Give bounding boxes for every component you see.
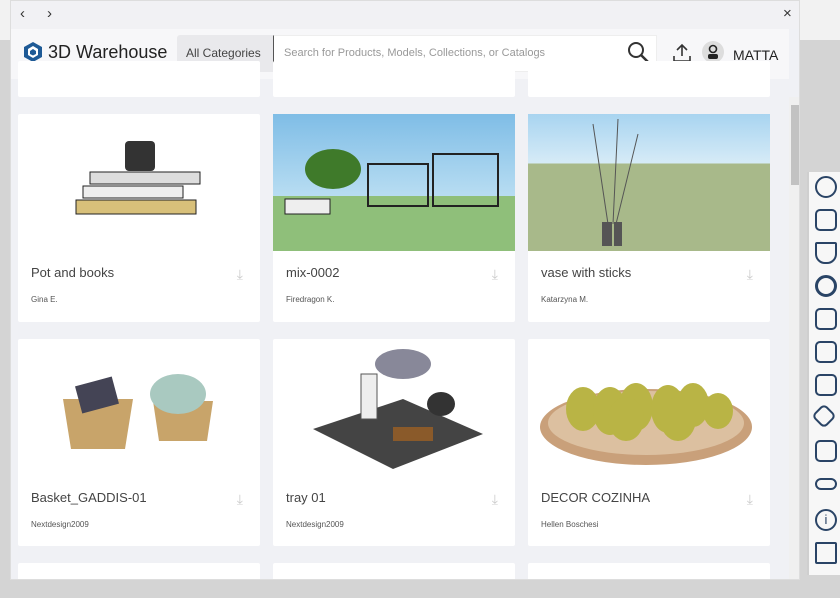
logo[interactable]: 3D Warehouse bbox=[23, 41, 167, 63]
model-title[interactable]: Pot and books bbox=[31, 265, 114, 280]
materials-icon[interactable] bbox=[815, 341, 837, 363]
model-title[interactable]: tray 01 bbox=[286, 490, 326, 505]
back-button[interactable]: ‹ bbox=[20, 5, 25, 22]
close-button[interactable]: × bbox=[783, 5, 792, 22]
model-author[interactable]: Firedragon K. bbox=[286, 295, 334, 304]
title-bar: ‹ › × bbox=[11, 1, 799, 29]
right-toolbar: i bbox=[807, 172, 840, 575]
scrollbar-thumb[interactable] bbox=[791, 105, 799, 185]
download-icon[interactable]: ⤓ bbox=[492, 491, 498, 508]
model-card[interactable]: tray 01 ⤓ Nextdesign2009 bbox=[273, 339, 515, 546]
download-icon[interactable]: ⤓ bbox=[237, 491, 243, 508]
card-partial[interactable] bbox=[18, 61, 260, 97]
model-author[interactable]: Gina E. bbox=[31, 295, 58, 304]
model-card[interactable] bbox=[273, 563, 515, 579]
entity-info-icon[interactable]: i bbox=[815, 509, 837, 531]
warehouse-logo-icon bbox=[24, 42, 42, 62]
model-title[interactable]: mix-0002 bbox=[286, 265, 339, 280]
model-author[interactable]: Hellen Boschesi bbox=[541, 520, 598, 529]
model-title[interactable]: Basket_GADDIS-01 bbox=[31, 490, 147, 505]
category-label: All Categories bbox=[186, 46, 261, 60]
card-partial[interactable] bbox=[273, 61, 515, 97]
model-thumbnail bbox=[18, 114, 260, 251]
download-icon[interactable]: ⤓ bbox=[237, 266, 243, 283]
warehouse-window: ‹ › × 3D Warehouse All Categories ⌄ Sear… bbox=[10, 0, 800, 580]
styles-icon[interactable] bbox=[815, 374, 837, 396]
extension-warehouse-icon[interactable] bbox=[815, 542, 837, 564]
model-author[interactable]: Nextdesign2009 bbox=[286, 520, 344, 529]
model-card[interactable]: Pot and books ⤓ Gina E. bbox=[18, 114, 260, 322]
instructor-icon[interactable] bbox=[815, 242, 837, 264]
card-partial[interactable] bbox=[528, 61, 770, 97]
model-author[interactable]: Katarzyna M. bbox=[541, 295, 588, 304]
model-card[interactable] bbox=[18, 563, 260, 579]
model-title[interactable]: DECOR COZINHA bbox=[541, 490, 650, 505]
scrollbar[interactable] bbox=[789, 97, 799, 579]
outliner-icon[interactable] bbox=[815, 209, 837, 231]
shadows-glasses-icon[interactable] bbox=[815, 478, 837, 490]
search-icon[interactable] bbox=[627, 41, 649, 63]
model-author[interactable]: Nextdesign2009 bbox=[31, 520, 89, 529]
avatar-icon[interactable] bbox=[702, 41, 724, 63]
download-icon[interactable]: ⤓ bbox=[492, 266, 498, 283]
download-icon[interactable]: ⤓ bbox=[747, 266, 753, 283]
model-card[interactable]: DECOR COZINHA ⤓ Hellen Boschesi bbox=[528, 339, 770, 546]
model-card[interactable]: vase with sticks ⤓ Katarzyna M. bbox=[528, 114, 770, 322]
model-thumbnail bbox=[273, 339, 515, 476]
forward-button[interactable]: › bbox=[47, 5, 52, 22]
model-thumbnail bbox=[528, 339, 770, 476]
model-thumbnail bbox=[273, 114, 515, 251]
upload-icon[interactable] bbox=[672, 43, 692, 63]
model-card[interactable]: mix-0002 ⤓ Firedragon K. bbox=[273, 114, 515, 322]
model-thumbnail bbox=[18, 339, 260, 476]
tags-icon[interactable] bbox=[811, 403, 837, 429]
model-card[interactable]: Basket_GADDIS-01 ⤓ Nextdesign2009 bbox=[18, 339, 260, 546]
download-icon[interactable]: ⤓ bbox=[747, 491, 753, 508]
warehouse-search-icon[interactable] bbox=[815, 176, 837, 198]
model-card[interactable] bbox=[528, 563, 770, 579]
model-title[interactable]: vase with sticks bbox=[541, 265, 631, 280]
components-icon[interactable] bbox=[815, 308, 837, 330]
warehouse-icon[interactable] bbox=[815, 275, 837, 297]
logo-text: 3D Warehouse bbox=[48, 41, 168, 62]
model-thumbnail bbox=[528, 114, 770, 251]
scenes-icon[interactable] bbox=[815, 440, 837, 462]
